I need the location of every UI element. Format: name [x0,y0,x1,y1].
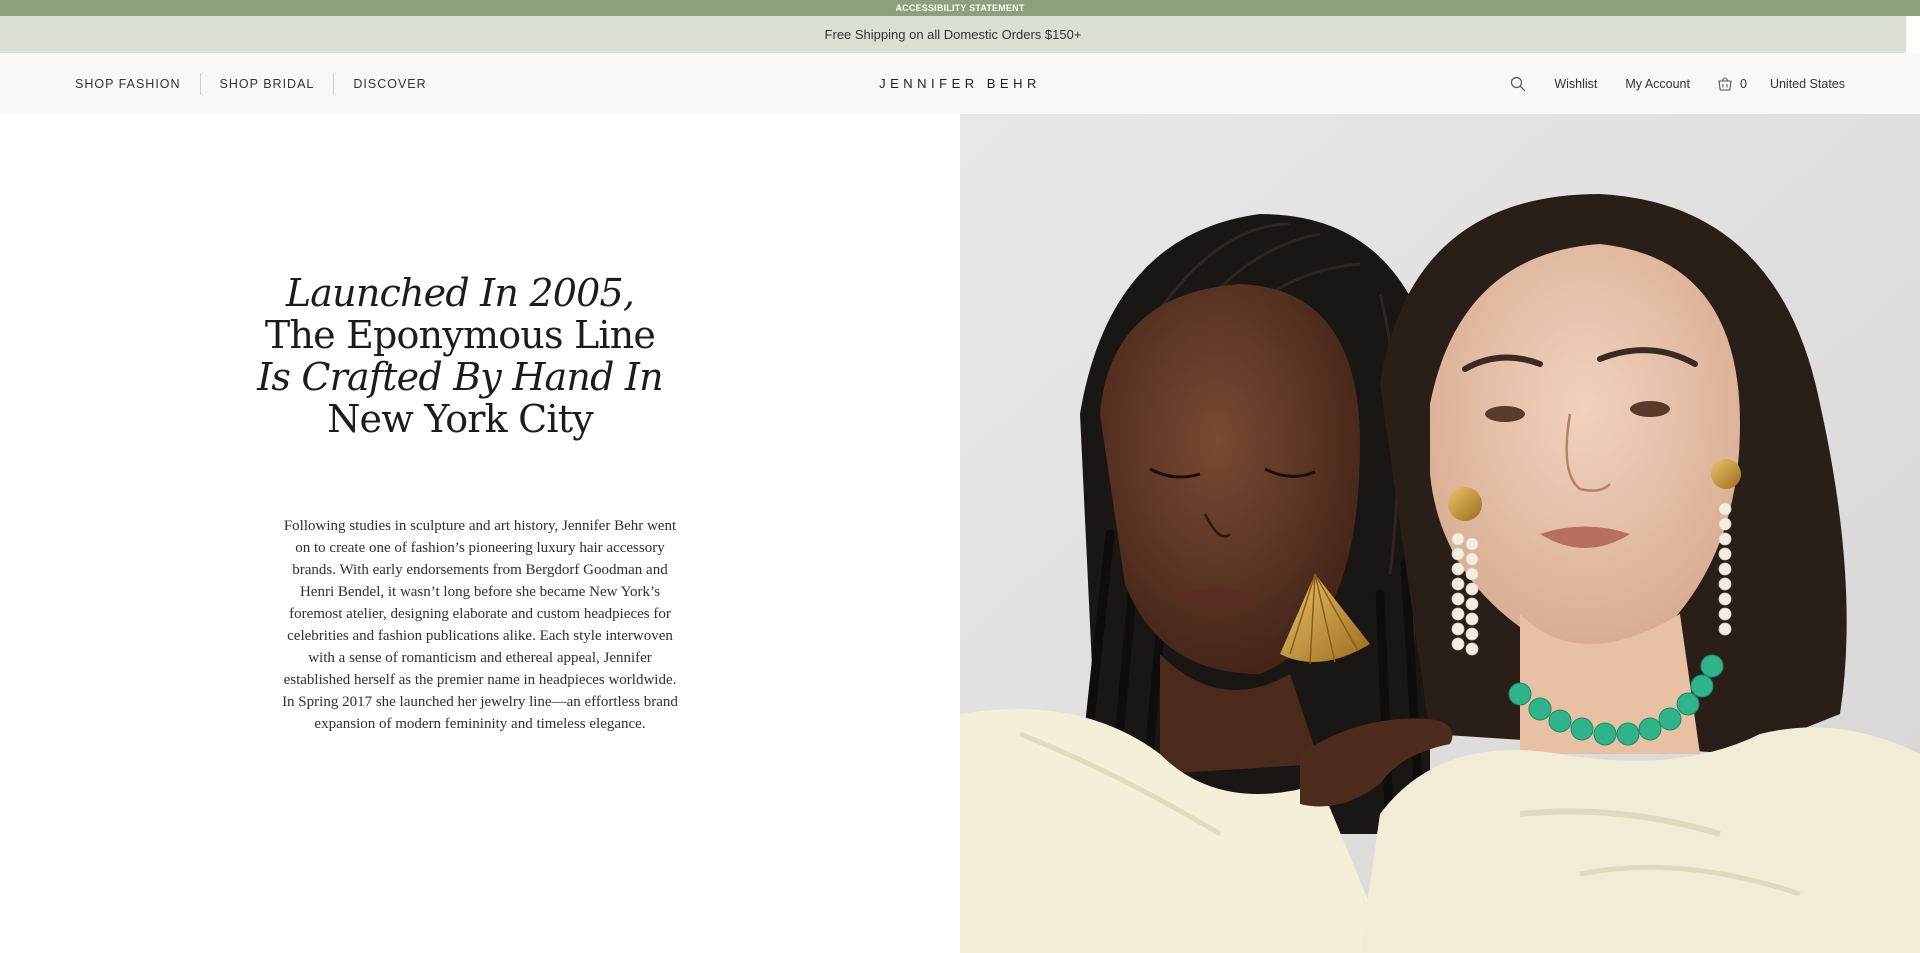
my-account-link[interactable]: My Account [1625,77,1690,91]
nav-divider [199,72,201,95]
headline-line-1: Launched In 2005, [285,271,635,315]
accessibility-statement-link[interactable]: ACCESSIBILITY STATEMENT [0,0,1920,16]
site-logo[interactable]: JENNIFER BEHR [879,76,1041,91]
site-header: SHOP FASHION SHOP BRIDAL DISCOVER JENNIF… [0,53,1920,114]
cart-button[interactable]: 0 [1718,76,1747,91]
models-wearing-jewelry-image [960,114,1920,953]
nav-divider [333,72,335,95]
headline-line-4: New York City [327,397,594,441]
wishlist-link[interactable]: Wishlist [1554,77,1597,91]
utility-nav: Wishlist My Account 0 United States [1510,53,1845,114]
headline-line-3: Is Crafted By Hand In [257,355,663,399]
nav-discover[interactable]: DISCOVER [353,77,426,91]
basket-icon [1718,77,1732,91]
hero-headline: Launched In 2005, The Eponymous Line Is … [240,272,680,440]
region-selector[interactable]: United States [1770,77,1845,91]
nav-shop-bridal[interactable]: SHOP BRIDAL [220,77,315,91]
promo-banner: Free Shipping on all Domestic Orders $15… [0,16,1906,53]
hero-photo [960,114,1920,953]
headline-line-2: The Eponymous Line [264,313,656,357]
about-text-panel: Launched In 2005, The Eponymous Line Is … [0,114,960,953]
main-nav: SHOP FASHION SHOP BRIDAL DISCOVER [75,53,427,114]
cart-count: 0 [1740,76,1747,91]
search-icon[interactable] [1510,76,1526,92]
nav-shop-fashion[interactable]: SHOP FASHION [75,77,181,91]
brand-story-paragraph: Following studies in sculpture and art h… [282,518,678,732]
